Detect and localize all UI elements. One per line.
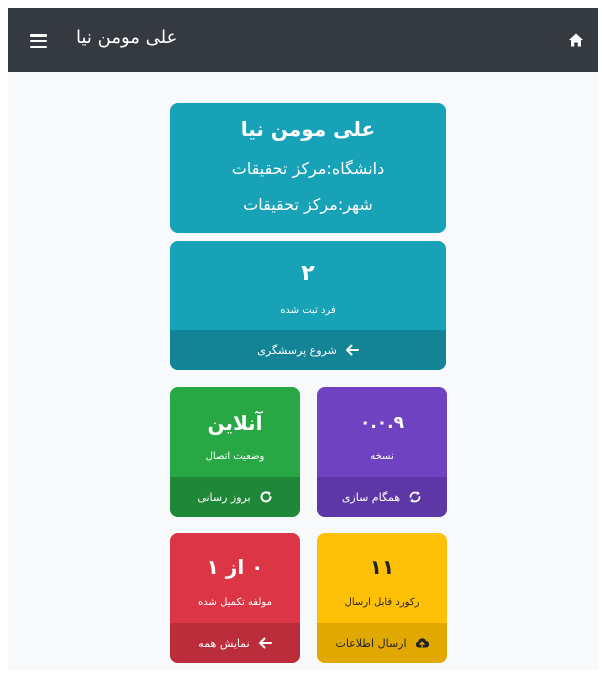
- home-icon[interactable]: [568, 32, 584, 48]
- registered-count: ۲: [301, 261, 315, 286]
- version-number: ۰.۰.۹: [359, 413, 405, 433]
- profile-city: شهر:مرکز تحقیقات: [243, 195, 373, 214]
- profile-university: دانشگاه:مرکز تحقیقات: [231, 159, 385, 178]
- show-all-label: نمایش همه: [198, 636, 250, 650]
- registered-label: فرد ثبت شده: [280, 305, 336, 316]
- profile-card: علی مومن نیا دانشگاه:مرکز تحقیقات شهر:مر…: [170, 103, 446, 233]
- hamburger-menu-icon[interactable]: [30, 34, 47, 49]
- update-label: بروز رسانی: [197, 490, 251, 504]
- start-survey-button[interactable]: شروع پرسشگری: [170, 330, 446, 370]
- records-card: ۱۱ رکورد قابل ارسال ارسال اطلاعات: [317, 533, 447, 663]
- update-button[interactable]: بروز رسانی: [170, 477, 300, 517]
- questionnaires-card: ۰ از ۱ مولفه تکمیل شده نمایش همه: [170, 533, 300, 663]
- arrow-left-icon: [345, 344, 359, 356]
- app-frame: علی مومن نیا علی مومن نیا دانشگاه:مرکز ت…: [8, 8, 598, 670]
- arrow-left-icon: [258, 637, 272, 649]
- records-label: رکورد قابل ارسال: [344, 597, 420, 608]
- records-count: ۱۱: [369, 555, 395, 579]
- connection-label: وضعیت اتصال: [205, 451, 265, 462]
- show-all-button[interactable]: نمایش همه: [170, 623, 300, 663]
- registered-card: ۲ فرد ثبت شده شروع پرسشگری: [170, 241, 446, 370]
- sync-label: همگام سازی: [341, 490, 401, 504]
- version-label: نسخه: [370, 451, 394, 462]
- refresh-icon: [260, 491, 272, 503]
- navbar-title: علی مومن نیا: [76, 27, 178, 48]
- cloud-upload-icon: [415, 638, 429, 648]
- send-data-label: ارسال اطلاعات: [335, 636, 407, 650]
- start-survey-label: شروع پرسشگری: [257, 343, 337, 357]
- send-data-button[interactable]: ارسال اطلاعات: [317, 623, 447, 663]
- connection-card: آنلاین وضعیت اتصال بروز رسانی: [170, 387, 300, 517]
- questionnaires-count: ۰ از ۱: [206, 555, 264, 579]
- version-card: ۰.۰.۹ نسخه همگام سازی: [317, 387, 447, 517]
- questionnaires-label: مولفه تکمیل شده: [198, 597, 272, 608]
- sync-icon: [409, 491, 421, 503]
- connection-status: آنلاین: [207, 411, 263, 435]
- profile-name: علی مومن نیا: [240, 117, 376, 141]
- sync-button[interactable]: همگام سازی: [317, 477, 447, 517]
- top-navbar: علی مومن نیا: [8, 8, 598, 72]
